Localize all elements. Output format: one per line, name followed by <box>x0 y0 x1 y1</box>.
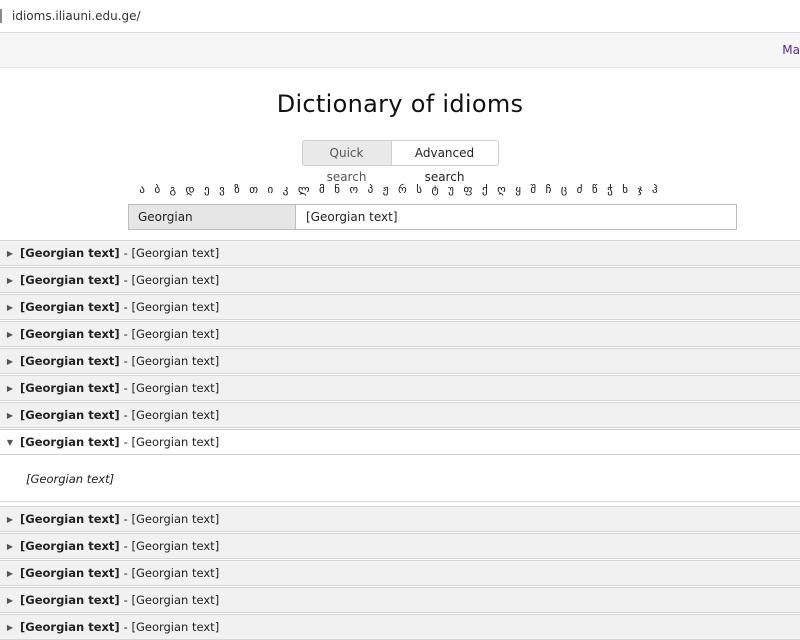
search-tabs: Quick search Advanced search <box>0 140 800 184</box>
result-row-expanded[interactable]: ▼ [Georgian text] - [Georgian text] <box>0 429 800 455</box>
idiom-definition: - [Georgian text] <box>123 512 220 526</box>
url-text[interactable]: idioms.iliauni.edu.ge/ <box>12 9 141 23</box>
menu-link[interactable]: Ma <box>782 43 800 57</box>
idiom-definition: - [Georgian text] <box>123 408 220 422</box>
idiom-head: [Georgian text] <box>20 273 120 287</box>
tab-quick-search[interactable]: Quick search <box>301 140 392 184</box>
idiom-definition: - [Georgian text] <box>123 246 220 260</box>
expand-icon[interactable]: ▶ <box>0 249 20 258</box>
idiom-head: [Georgian text] <box>20 354 120 368</box>
idiom-definition: - [Georgian text] <box>123 300 220 314</box>
result-row[interactable]: ▶ [Georgian text] - [Georgian text] <box>0 533 800 559</box>
language-select[interactable]: Georgian <box>128 204 296 230</box>
results-list: ▶ [Georgian text] - [Georgian text] ▶ [G… <box>0 240 800 640</box>
tab-advanced-search[interactable]: Advanced search <box>391 140 499 184</box>
address-bar[interactable]: idioms.iliauni.edu.ge/ <box>0 0 800 33</box>
idiom-head: [Georgian text] <box>20 408 120 422</box>
expand-icon[interactable]: ▶ <box>0 623 20 632</box>
result-row[interactable]: ▶ [Georgian text] - [Georgian text] <box>0 321 800 347</box>
idiom-head: [Georgian text] <box>20 512 120 526</box>
idiom-head: [Georgian text] <box>20 539 120 553</box>
expand-icon[interactable]: ▶ <box>0 542 20 551</box>
idiom-head: [Georgian text] <box>20 435 120 449</box>
idiom-head: [Georgian text] <box>20 566 120 580</box>
page-title: Dictionary of idioms <box>276 90 524 118</box>
idiom-head: [Georgian text] <box>20 593 120 607</box>
top-nav-bar: Ma <box>0 33 800 68</box>
result-row[interactable]: ▶ [Georgian text] - [Georgian text] <box>0 348 800 374</box>
result-row[interactable]: ▶ [Georgian text] - [Georgian text] <box>0 375 800 401</box>
expand-icon[interactable]: ▶ <box>0 596 20 605</box>
result-row[interactable]: ▶ [Georgian text] - [Georgian text] <box>0 560 800 586</box>
search-row: Georgian [Georgian text] <box>128 204 737 230</box>
idiom-definition: - [Georgian text] <box>123 593 220 607</box>
expand-icon[interactable]: ▶ <box>0 276 20 285</box>
idiom-definition: - [Georgian text] <box>123 620 220 634</box>
idiom-definition: - [Georgian text] <box>123 273 220 287</box>
alphabet-index[interactable]: ა ბ გ დ ე ვ ზ თ ი კ ლ მ ნ ო პ ჟ რ ს ტ უ … <box>0 183 800 197</box>
idiom-head: [Georgian text] <box>20 246 120 260</box>
result-row[interactable]: ▶ [Georgian text] - [Georgian text] <box>0 614 800 640</box>
tab-edge <box>0 9 6 23</box>
expand-icon[interactable]: ▶ <box>0 303 20 312</box>
expand-icon[interactable]: ▶ <box>0 357 20 366</box>
expand-icon[interactable]: ▶ <box>0 411 20 420</box>
collapse-icon[interactable]: ▼ <box>0 438 20 447</box>
idiom-definition: - [Georgian text] <box>123 381 220 395</box>
result-row[interactable]: ▶ [Georgian text] - [Georgian text] <box>0 506 800 532</box>
idiom-head: [Georgian text] <box>20 300 120 314</box>
result-row[interactable]: ▶ [Georgian text] - [Georgian text] <box>0 402 800 428</box>
idiom-definition: - [Georgian text] <box>123 566 220 580</box>
idiom-definition: - [Georgian text] <box>123 435 220 449</box>
idiom-head: [Georgian text] <box>20 327 120 341</box>
idiom-definition: - [Georgian text] <box>123 539 220 553</box>
idiom-head: [Georgian text] <box>20 620 120 634</box>
search-input[interactable]: [Georgian text] <box>296 204 737 230</box>
expand-icon[interactable]: ▶ <box>0 330 20 339</box>
idiom-definition: - [Georgian text] <box>123 327 220 341</box>
idiom-head: [Georgian text] <box>20 381 120 395</box>
expand-icon[interactable]: ▶ <box>0 515 20 524</box>
result-row[interactable]: ▶ [Georgian text] - [Georgian text] <box>0 587 800 613</box>
idiom-definition: - [Georgian text] <box>123 354 220 368</box>
result-row[interactable]: ▶ [Georgian text] - [Georgian text] <box>0 240 800 266</box>
expand-icon[interactable]: ▶ <box>0 384 20 393</box>
idiom-example: [Georgian text] <box>0 456 800 502</box>
result-row[interactable]: ▶ [Georgian text] - [Georgian text] <box>0 267 800 293</box>
result-row[interactable]: ▶ [Georgian text] - [Georgian text] <box>0 294 800 320</box>
expand-icon[interactable]: ▶ <box>0 569 20 578</box>
